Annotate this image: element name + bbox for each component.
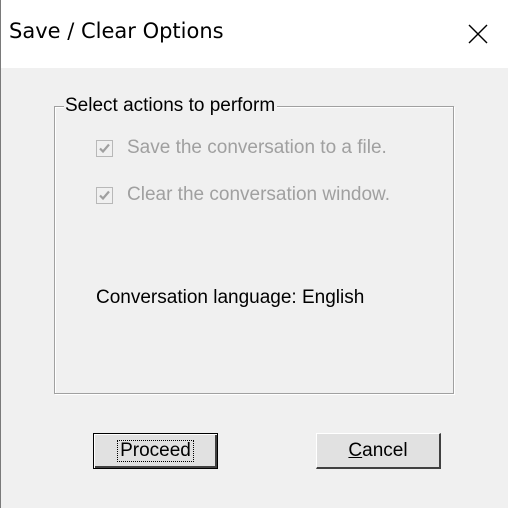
proceed-button[interactable]: Proceed — [93, 433, 218, 469]
clear-conversation-checkbox — [96, 186, 113, 204]
groupbox-legend: Select actions to perform — [64, 95, 278, 117]
checkmark-icon — [99, 190, 110, 200]
dialog-window: Save / Clear Options Select actions to p… — [0, 0, 509, 508]
window-title: Save / Clear Options — [9, 19, 224, 43]
save-conversation-checkbox — [96, 139, 113, 157]
close-button[interactable] — [447, 0, 509, 68]
cancel-button-label: Cancel — [348, 440, 407, 462]
checkmark-icon — [99, 143, 110, 153]
close-icon — [468, 24, 488, 44]
title-bar[interactable]: Save / Clear Options — [1, 0, 509, 68]
proceed-button-label: Proceed — [117, 440, 194, 462]
clear-conversation-label: Clear the conversation window. — [127, 184, 390, 205]
cancel-button[interactable]: Cancel — [316, 433, 441, 469]
cancel-label-rest: ancel — [362, 439, 408, 461]
conversation-language-label: Conversation language: English — [96, 287, 365, 308]
save-conversation-option: Save the conversation to a file. — [96, 136, 387, 160]
clear-conversation-option: Clear the conversation window. — [96, 183, 390, 207]
save-conversation-label: Save the conversation to a file. — [127, 137, 387, 158]
cancel-mnemonic: C — [348, 439, 363, 461]
